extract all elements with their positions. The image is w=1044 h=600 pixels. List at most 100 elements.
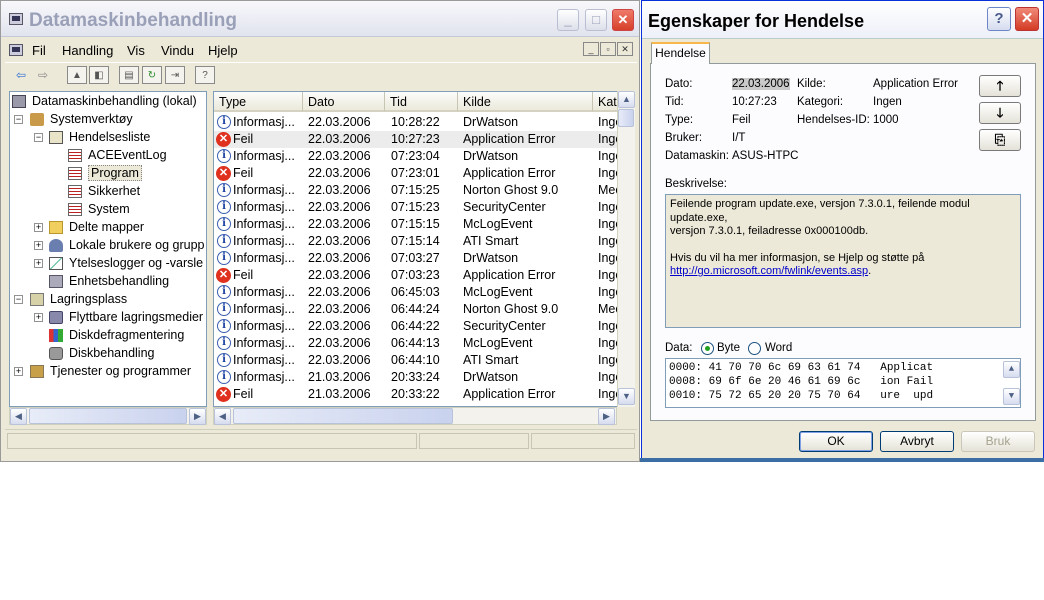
expand-shared-folders-icon[interactable]: + xyxy=(34,223,43,232)
tree-node-event-viewer[interactable]: Hendelsesliste xyxy=(49,128,150,146)
description-box[interactable]: Feilende program update.exe, versjon 7.3… xyxy=(665,194,1021,328)
table-row[interactable]: i Informasj... 22.03.2006 07:15:25 Norton Gh… xyxy=(214,182,622,199)
table-row[interactable]: i Informasj... 22.03.2006 06:44:13 McLogEven… xyxy=(214,335,622,352)
minimize-button[interactable]: _ xyxy=(557,9,579,31)
expand-performance-logs-icon[interactable]: + xyxy=(34,259,43,268)
help-link[interactable]: http://go.microsoft.com/fwlink/events.as… xyxy=(670,265,868,277)
mdi-minimize-button[interactable]: _ xyxy=(583,42,599,56)
menu-file[interactable]: Fil xyxy=(32,43,46,58)
scroll-down-icon[interactable]: ▼ xyxy=(1003,388,1020,405)
table-row[interactable]: ✕ Feil 22.03.2006 07:03:23 Application Error… xyxy=(214,267,622,284)
scroll-right-icon[interactable]: ▶ xyxy=(189,408,206,425)
help-icon[interactable]: ? xyxy=(195,66,215,84)
scroll-up-icon[interactable]: ▲ xyxy=(1003,361,1020,378)
tree-node-application[interactable]: Program xyxy=(68,164,142,182)
tree-node-disk-defragmenter[interactable]: Diskdefragmentering xyxy=(49,326,184,344)
tree-node-storage[interactable]: Lagringsplass xyxy=(30,290,127,308)
tree-node-performance-logs[interactable]: Ytelseslogger og -varsle xyxy=(49,254,203,272)
table-row[interactable]: i Informasj... 22.03.2006 07:15:14 ATI Smart… xyxy=(214,233,622,250)
ok-button[interactable]: OK xyxy=(799,431,873,452)
dialog-title-bar[interactable]: Egenskaper for Hendelse ? ✕ xyxy=(642,1,1043,39)
menu-window[interactable]: Vindu xyxy=(161,43,194,58)
date-value[interactable]: 22.03.2006 xyxy=(732,78,790,90)
source-value[interactable]: Application Error xyxy=(873,78,958,90)
word-radio[interactable] xyxy=(748,342,761,355)
tree-node-removable-storage[interactable]: Flyttbare lagringsmedier xyxy=(49,308,203,326)
export-list-icon[interactable]: ⇥ xyxy=(165,66,185,84)
tree-node-local-users[interactable]: Lokale brukere og grupp xyxy=(49,236,205,254)
tree-node-shared-folders[interactable]: Delte mapper xyxy=(49,218,144,236)
event-id-value[interactable]: 1000 xyxy=(873,114,899,126)
apply-button[interactable]: Bruk xyxy=(961,431,1035,452)
forward-arrow-icon[interactable]: ⇨ xyxy=(33,66,53,84)
table-row[interactable]: i Informasj... 22.03.2006 07:15:23 SecurityC… xyxy=(214,199,622,216)
cancel-button[interactable]: Avbryt xyxy=(880,431,954,452)
column-type[interactable]: Type xyxy=(214,92,303,112)
menu-help[interactable]: Hjelp xyxy=(208,43,238,58)
collapse-event-viewer-icon[interactable]: − xyxy=(34,133,43,142)
column-source[interactable]: Kilde xyxy=(458,92,593,112)
mdi-close-button[interactable]: ✕ xyxy=(617,42,633,56)
table-row[interactable]: i Informasj... 22.03.2006 06:44:10 ATI Smart… xyxy=(214,352,622,369)
table-row[interactable]: i Informasj... 22.03.2006 07:15:15 McLogEven… xyxy=(214,216,622,233)
scroll-thumb[interactable] xyxy=(29,408,187,424)
main-title-bar[interactable]: Datamaskinbehandling _ □ ✕ xyxy=(1,1,639,37)
menu-action[interactable]: Handling xyxy=(62,43,113,58)
time-value[interactable]: 10:27:23 xyxy=(732,96,777,108)
up-folder-icon[interactable]: ▲ xyxy=(67,66,87,84)
tree-node-computer-management[interactable]: Datamaskinbehandling (lokal) xyxy=(12,92,197,110)
table-row[interactable]: ✕ Feil 21.03.2006 20:33:22 Application Error… xyxy=(214,386,622,403)
table-row[interactable]: i Informasj... 22.03.2006 06:45:03 McLogEven… xyxy=(214,284,622,301)
next-event-button[interactable]: 🡓 xyxy=(979,102,1021,124)
show-hide-tree-icon[interactable]: ◧ xyxy=(89,66,109,84)
close-button[interactable]: ✕ xyxy=(612,9,634,31)
scroll-up-icon[interactable]: ▲ xyxy=(618,91,635,108)
expand-services-icon[interactable]: + xyxy=(14,367,23,376)
menu-view[interactable]: Vis xyxy=(127,43,145,58)
byte-radio-label[interactable]: Byte xyxy=(717,342,740,354)
tab-event[interactable]: Hendelse xyxy=(651,42,710,64)
tree-horizontal-scrollbar[interactable]: ◀ ▶ xyxy=(9,407,207,425)
tree-node-security[interactable]: Sikkerhet xyxy=(68,182,140,200)
tree-node-device-manager[interactable]: Enhetsbehandling xyxy=(49,272,169,290)
list-horizontal-scrollbar[interactable]: ◀ ▶ xyxy=(213,407,617,425)
refresh-icon[interactable]: ↻ xyxy=(142,66,162,84)
scroll-left-icon[interactable]: ◀ xyxy=(214,408,231,425)
table-row[interactable]: i Informasj... 22.03.2006 10:28:22 DrWatson I… xyxy=(214,114,622,131)
category-value[interactable]: Ingen xyxy=(873,96,902,108)
computer-value[interactable]: ASUS-HTPC xyxy=(732,150,798,162)
collapse-system-tools-icon[interactable]: − xyxy=(14,115,23,124)
table-row[interactable]: ✕ Feil 22.03.2006 10:27:23 Application Error… xyxy=(214,131,622,148)
collapse-storage-icon[interactable]: − xyxy=(14,295,23,304)
tree-node-system[interactable]: System xyxy=(68,200,130,218)
table-row[interactable]: i Informasj... 21.03.2006 20:33:24 DrWatson I… xyxy=(214,369,622,386)
copy-button[interactable]: ⎘ xyxy=(979,129,1021,151)
mdi-restore-button[interactable]: ▫ xyxy=(600,42,616,56)
tree-node-aceeventlog[interactable]: ACEEventLog xyxy=(68,146,167,164)
byte-radio[interactable] xyxy=(701,342,714,355)
maximize-button[interactable]: □ xyxy=(585,9,607,31)
help-button[interactable]: ? xyxy=(987,7,1011,31)
table-row[interactable]: i Informasj... 22.03.2006 06:44:22 SecurityC… xyxy=(214,318,622,335)
table-row[interactable]: i Informasj... 22.03.2006 07:03:27 DrWatson I… xyxy=(214,250,622,267)
expand-local-users-icon[interactable]: + xyxy=(34,241,43,250)
table-row[interactable]: i Informasj... 22.03.2006 07:23:04 DrWatson I… xyxy=(214,148,622,165)
list-vertical-scrollbar[interactable]: ▲ ▼ xyxy=(617,91,635,407)
data-hex-box[interactable]: 0000: 41 70 70 6c 69 63 61 74 Applicat 0… xyxy=(665,358,1021,408)
scroll-down-icon[interactable]: ▼ xyxy=(618,388,635,405)
column-date[interactable]: Dato xyxy=(303,92,385,112)
tree-node-disk-management[interactable]: Diskbehandling xyxy=(49,344,154,362)
tree-node-services-applications[interactable]: Tjenester og programmer xyxy=(30,362,191,380)
table-row[interactable]: ✕ Feil 22.03.2006 07:23:01 Application Error… xyxy=(214,165,622,182)
scroll-thumb[interactable] xyxy=(233,408,453,424)
properties-icon[interactable]: ▤ xyxy=(119,66,139,84)
column-time[interactable]: Tid xyxy=(385,92,458,112)
scroll-right-icon[interactable]: ▶ xyxy=(598,408,615,425)
previous-event-button[interactable]: 🡑 xyxy=(979,75,1021,97)
expand-removable-storage-icon[interactable]: + xyxy=(34,313,43,322)
scroll-left-icon[interactable]: ◀ xyxy=(10,408,27,425)
table-row[interactable]: i Informasj... 22.03.2006 06:44:24 Norton Gh… xyxy=(214,301,622,318)
user-value[interactable]: I/T xyxy=(732,132,745,144)
scroll-thumb[interactable] xyxy=(618,109,634,127)
word-radio-label[interactable]: Word xyxy=(765,342,792,354)
